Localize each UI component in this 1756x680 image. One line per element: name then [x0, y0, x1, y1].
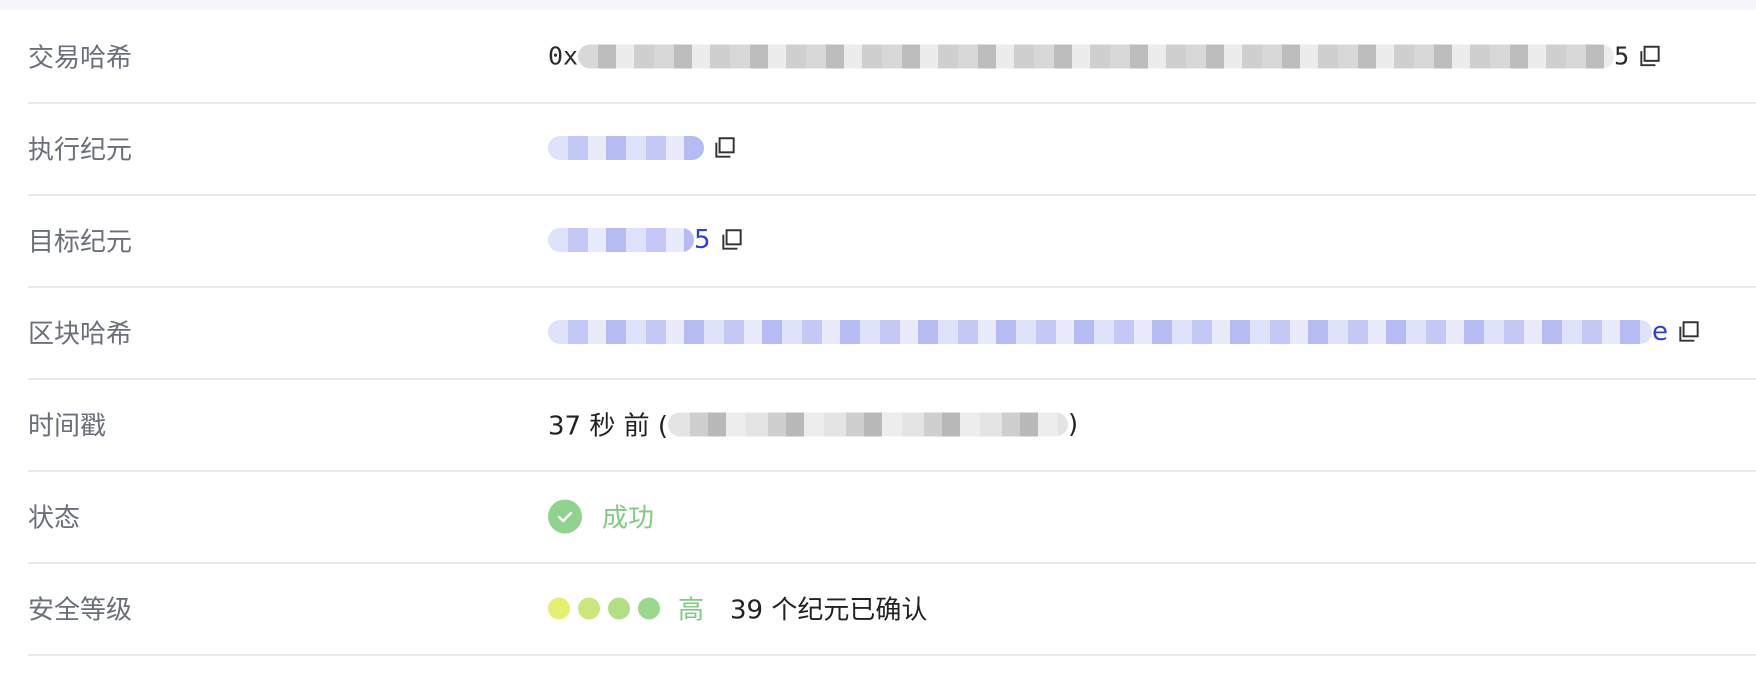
execution-epoch-redacted[interactable]: [548, 136, 704, 160]
copy-icon[interactable]: [719, 227, 745, 253]
row-block-hash: 区块哈希 e: [28, 286, 1756, 380]
copy-icon[interactable]: [712, 135, 738, 161]
target-epoch-value[interactable]: 5: [548, 225, 745, 255]
copy-icon[interactable]: [1637, 43, 1663, 69]
row-execution-epoch: 执行纪元: [28, 102, 1756, 196]
timestamp-redacted: [668, 412, 1069, 436]
execution-epoch-label: 执行纪元: [28, 135, 133, 166]
timestamp-relative: 37 秒 前 (: [548, 411, 669, 442]
check-circle-icon: [548, 499, 582, 533]
transaction-hash-suffix: 5: [1614, 41, 1630, 71]
block-hash-suffix[interactable]: e: [1652, 317, 1668, 347]
timestamp-close-paren: ): [1068, 409, 1079, 439]
status-value: 成功: [548, 498, 654, 535]
row-status: 状态 成功: [28, 470, 1756, 564]
transaction-hash-redacted: [578, 44, 1615, 68]
transaction-hash-prefix: 0x: [548, 41, 579, 71]
block-hash-value[interactable]: e: [548, 317, 1702, 347]
row-transaction-hash: 交易哈希 0x 5: [28, 10, 1756, 104]
security-dot: [608, 597, 630, 619]
transaction-hash-value: 0x 5: [548, 42, 1663, 71]
row-timestamp: 时间戳 37 秒 前 ( ): [28, 378, 1756, 472]
target-epoch-label: 目标纪元: [28, 227, 133, 258]
transaction-details-card: 交易哈希 0x 5 执行纪元 目标纪元 5 区块哈希 e 时间戳 37 秒 前 …: [0, 10, 1756, 680]
security-dot: [548, 597, 570, 619]
target-epoch-redacted[interactable]: [548, 228, 694, 252]
timestamp-label: 时间戳: [28, 411, 107, 442]
security-level-label: 安全等级: [28, 595, 133, 626]
confirmation-count: 39 个纪元已确认: [730, 595, 928, 626]
copy-icon[interactable]: [1676, 319, 1702, 345]
block-hash-redacted[interactable]: [548, 320, 1652, 344]
security-dot: [638, 597, 660, 619]
status-label: 状态: [28, 503, 81, 534]
execution-epoch-value[interactable]: [548, 135, 738, 161]
target-epoch-suffix[interactable]: 5: [694, 225, 711, 255]
status-text: 成功: [602, 503, 655, 534]
block-hash-label: 区块哈希: [28, 319, 133, 350]
security-level-value: 高 39 个纪元已确认: [548, 590, 927, 627]
row-target-epoch: 目标纪元 5: [28, 194, 1756, 288]
security-dots: [548, 597, 668, 619]
security-dot: [578, 597, 600, 619]
security-level-text: 高: [678, 595, 705, 626]
row-security-level: 安全等级 高 39 个纪元已确认: [28, 562, 1756, 656]
transaction-hash-label: 交易哈希: [28, 43, 133, 74]
timestamp-value: 37 秒 前 ( ): [548, 406, 1078, 443]
